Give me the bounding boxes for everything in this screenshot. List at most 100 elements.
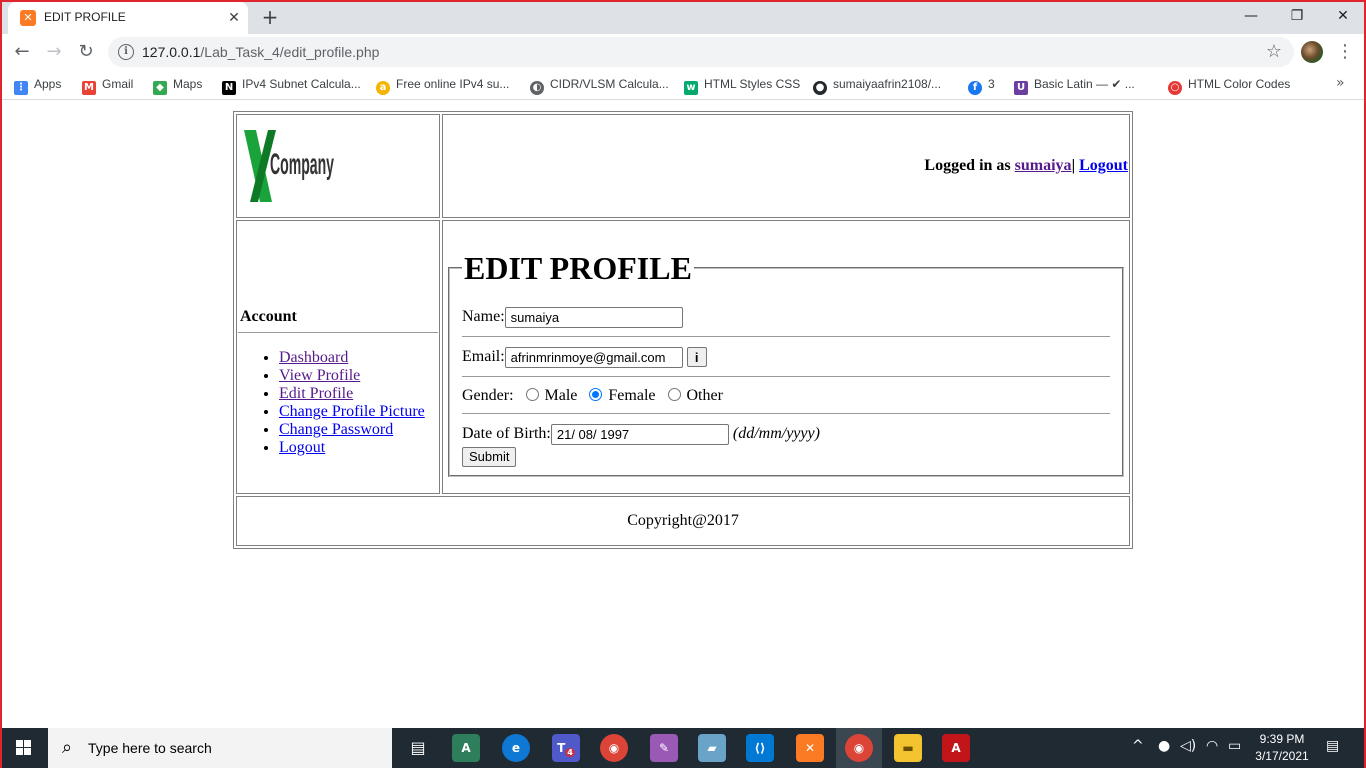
system-clock[interactable]: 9:39 PM 3/17/2021: [1252, 731, 1312, 765]
bookmark-label: CIDR/VLSM Calcula...: [550, 77, 669, 91]
gender-other-radio[interactable]: [667, 387, 681, 401]
bookmark-apps[interactable]: ⋮ Apps: [14, 76, 61, 95]
address-bar[interactable]: i 127.0.0.1/Lab_Task_4/edit_profile.php …: [108, 37, 1294, 67]
xampp-icon[interactable]: ✕: [796, 734, 824, 762]
email-info-button[interactable]: i: [686, 347, 707, 367]
url-text[interactable]: 127.0.0.1/Lab_Task_4/edit_profile.php: [142, 44, 379, 60]
restore-button[interactable]: ❐: [1274, 4, 1320, 28]
microphone-icon[interactable]: ●: [1158, 738, 1170, 754]
access-app-icon[interactable]: A: [452, 734, 480, 762]
header-cell: Logged in as sumaiya| Logout: [442, 114, 1130, 218]
change-profile-picture-link[interactable]: Change Profile Picture: [279, 403, 425, 420]
tab-close-button[interactable]: ✕: [224, 8, 244, 28]
dob-input[interactable]: [550, 423, 729, 445]
bookmark-free-ipv4[interactable]: a Free online IPv4 su...: [376, 76, 510, 95]
teams-badge: 4: [565, 748, 575, 758]
profile-avatar[interactable]: [1301, 41, 1323, 63]
bookmark-html-color-codes[interactable]: ○ HTML Color Codes: [1168, 76, 1290, 95]
bookmarks-bar: ⋮ Apps M Gmail ◆ Maps N IPv4 Subnet Calcula.…: [0, 70, 1366, 100]
paint-icon[interactable]: ✎: [650, 734, 678, 762]
layout-table: Company Logged in as sumaiya| Logout Acc…: [233, 111, 1133, 549]
email-row: Email: i: [462, 346, 1110, 377]
reload-icon[interactable]: ↻: [72, 38, 100, 66]
volume-icon[interactable]: ◁): [1180, 738, 1196, 754]
bookmark-github[interactable]: ● sumaiyaafrin2108/...: [813, 76, 941, 95]
maps-icon: ◆: [153, 81, 167, 95]
main-content: EDIT PROFILE Name: Email: i Gender: Male…: [442, 220, 1130, 494]
facebook-icon: f: [968, 81, 982, 95]
bookmark-basic-latin[interactable]: U Basic Latin — ✔ ...: [1014, 76, 1135, 95]
submit-row: Submit: [462, 446, 1110, 467]
gender-row: Gender: Male Female Other: [462, 387, 1110, 414]
url-host: 127.0.0.1: [142, 44, 201, 60]
bookmark-html-styles[interactable]: w HTML Styles CSS: [684, 76, 800, 95]
logo-text: Company: [270, 148, 334, 181]
sidebar-item-change-password: Change Password: [279, 421, 438, 439]
edge-icon[interactable]: e: [502, 734, 530, 762]
header-separator: |: [1071, 157, 1076, 174]
bookmark-label: Free online IPv4 su...: [396, 77, 510, 91]
gender-label: Gender:: [462, 386, 514, 404]
site-info-icon[interactable]: i: [118, 44, 134, 60]
url-path: /Lab_Task_4/edit_profile.php: [200, 44, 380, 60]
bookmark-label: 3: [988, 77, 995, 91]
change-password-link[interactable]: Change Password: [279, 421, 393, 438]
dob-row: Date of Birth: (dd/mm/yyyy): [462, 423, 1110, 445]
bookmark-star-icon[interactable]: ☆: [1266, 41, 1282, 62]
close-window-button[interactable]: ✕: [1320, 4, 1366, 28]
sidebar-item-dashboard: Dashboard: [279, 349, 438, 367]
file-explorer-icon[interactable]: ▬: [894, 734, 922, 762]
sidebar-logout-link[interactable]: Logout: [279, 439, 325, 456]
new-tab-button[interactable]: +: [258, 6, 282, 28]
dob-label: Date of Birth:: [462, 424, 551, 442]
gender-female-radio[interactable]: [589, 387, 603, 401]
form-legend: EDIT PROFILE: [464, 249, 692, 286]
dashboard-link[interactable]: Dashboard: [279, 349, 348, 366]
sidebar-title: Account: [240, 308, 297, 325]
forward-icon[interactable]: →: [40, 38, 68, 66]
edit-profile-link[interactable]: Edit Profile: [279, 385, 353, 402]
name-label: Name:: [462, 307, 505, 325]
bookmark-label: Maps: [173, 77, 203, 91]
gender-male-radio[interactable]: [525, 387, 539, 401]
view-profile-link[interactable]: View Profile: [279, 367, 360, 384]
acrobat-icon[interactable]: A: [942, 734, 970, 762]
sidebar-item-edit-profile: Edit Profile: [279, 385, 438, 403]
bookmark-gmail[interactable]: M Gmail: [82, 76, 134, 95]
bookmark-facebook[interactable]: f3: [968, 76, 995, 95]
bookmark-maps[interactable]: ◆ Maps: [153, 76, 203, 95]
vscode-icon[interactable]: ⟨⟩: [746, 734, 774, 762]
notes-icon[interactable]: ▰: [698, 734, 726, 762]
email-input[interactable]: [504, 346, 683, 368]
name-input[interactable]: [504, 306, 683, 328]
bookmark-cidr[interactable]: ◐ CIDR/VLSM Calcula...: [530, 76, 669, 95]
battery-icon[interactable]: ▭: [1228, 738, 1241, 754]
bookmarks-overflow-icon[interactable]: »: [1336, 75, 1345, 91]
apps-grid-icon: ⋮: [14, 81, 28, 95]
footer: Copyright@2017: [236, 496, 1130, 546]
bookmark-ipv4-subnet[interactable]: N IPv4 Subnet Calcula...: [222, 76, 361, 95]
tray-chevron-icon[interactable]: ^: [1132, 738, 1144, 754]
windows-logo-icon: [16, 740, 31, 755]
browser-toolbar: ← → ↻ i 127.0.0.1/Lab_Task_4/edit_profil…: [0, 34, 1366, 70]
start-button[interactable]: [0, 728, 48, 768]
copyright-text: Copyright@2017: [627, 512, 739, 529]
minimize-button[interactable]: —: [1228, 4, 1274, 28]
more-menu-icon[interactable]: ⋮: [1336, 40, 1354, 64]
github-icon: ●: [813, 81, 827, 95]
wifi-icon[interactable]: ◠: [1206, 738, 1218, 754]
username-link[interactable]: sumaiya: [1015, 157, 1072, 174]
clock-time: 9:39 PM: [1259, 732, 1305, 746]
back-icon[interactable]: ←: [8, 38, 36, 66]
bookmark-label: Gmail: [102, 77, 134, 91]
header-logout-link[interactable]: Logout: [1079, 157, 1128, 174]
chrome-icon[interactable]: ◉: [600, 734, 628, 762]
teams-icon[interactable]: T4: [552, 734, 580, 762]
notifications-icon[interactable]: ▤: [1326, 738, 1339, 754]
submit-button[interactable]: Submit: [462, 446, 517, 467]
taskbar-search[interactable]: ⌕ Type here to search: [48, 728, 392, 768]
chrome-active-icon[interactable]: ◉: [845, 734, 873, 762]
company-logo: Company: [244, 130, 334, 202]
browser-tab[interactable]: ✕ EDIT PROFILE ✕: [8, 2, 248, 34]
task-view-icon[interactable]: ▤: [404, 734, 432, 762]
